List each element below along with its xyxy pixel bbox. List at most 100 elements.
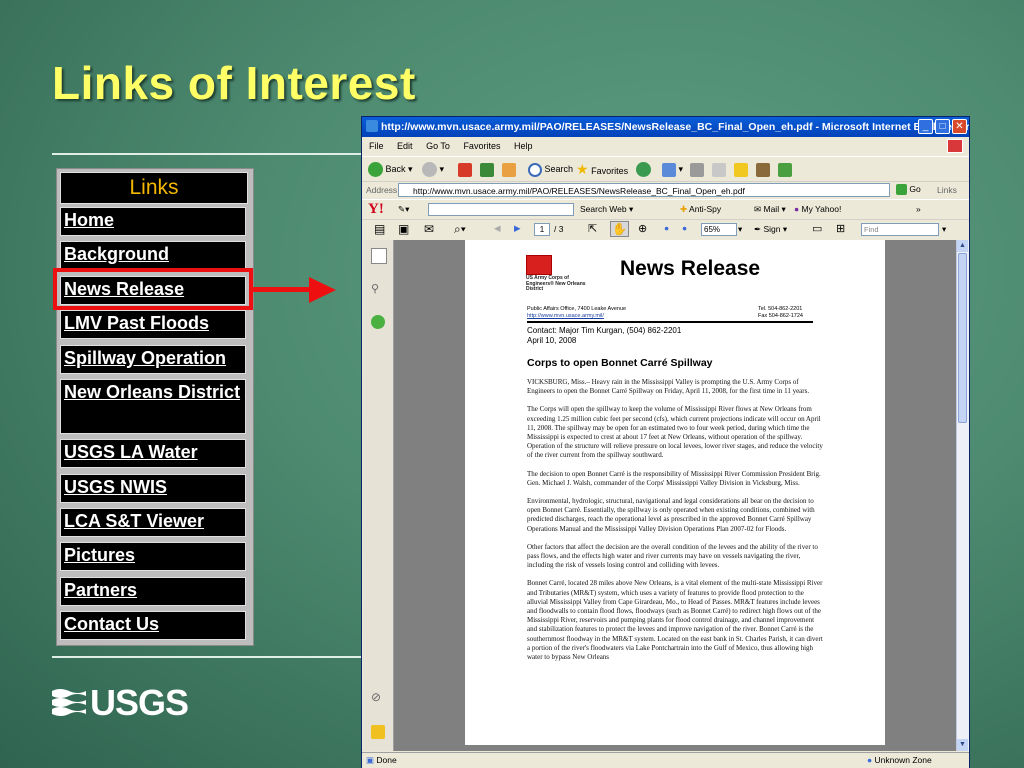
search-button[interactable]: Search [528,161,573,177]
pencil-icon[interactable]: ✎▾ [398,204,409,215]
link-partners[interactable]: Partners [60,577,246,606]
minimize-button[interactable]: _ [918,119,933,134]
link-background[interactable]: Background [60,241,246,270]
mail-button[interactable]: ▾ [662,161,683,177]
contact-person: Contact: Major Tim Kurgan, (504) 862-220… [527,326,682,335]
pdf-save-icon[interactable]: ▣ [398,222,409,236]
stop-icon [458,162,472,177]
research-button[interactable] [756,161,770,177]
pdf-search-icon[interactable]: ⌕▾ [454,222,466,237]
status-done: ▣ Done [366,753,397,768]
page-number-input[interactable]: 1 [534,223,550,236]
messenger-button[interactable] [778,161,792,177]
pdf-email-icon[interactable]: ✉ [424,222,434,236]
vertical-scrollbar[interactable]: ▲ ▼ [956,240,969,751]
research-icon [756,162,770,177]
link-pictures[interactable]: Pictures [60,542,246,571]
pdf-page: US Army Corps of Engineers® New Orleans … [465,240,885,745]
folder-icon [734,162,748,177]
zoom-input[interactable]: 65% [701,223,737,236]
bookmarks-icon[interactable]: ⚲ [371,282,385,296]
comments-icon[interactable] [371,725,385,739]
link-usgs-la-water[interactable]: USGS LA Water [60,439,246,468]
pages-icon[interactable] [371,248,387,264]
find-dropdown-icon[interactable]: ▾ [942,224,946,235]
links-toolbar-label[interactable]: Links [937,185,957,195]
paragraph: Environmental, hydrologic, structural, n… [527,497,815,533]
select-tool-icon[interactable]: ⇱ [588,222,597,235]
search-icon [528,162,542,177]
release-date: April 10, 2008 [527,336,577,345]
pdf-print-icon[interactable]: ▤ [374,222,385,236]
yahoo-logo[interactable]: Y! [368,201,384,218]
browser-window: http://www.mvn.usace.army.mil/PAO/RELEAS… [361,116,970,768]
yahoo-toolbar: Y! ✎▾ Search Web ▾ ✚ Anti-Spy ✉ Mail ▾ ●… [362,199,969,220]
go-button[interactable]: Go [896,184,921,196]
my-yahoo-button[interactable]: ● My Yahoo! [794,204,841,214]
sign-label: Sign [763,224,781,234]
highlight-box [53,268,253,310]
scroll-up-icon[interactable]: ▲ [957,240,968,252]
stop-button[interactable] [458,161,472,177]
zoom-out-icon[interactable]: ● [664,223,669,233]
link-lca-st-viewer[interactable]: LCA S&T Viewer [60,508,246,537]
help-icon[interactable] [371,315,385,329]
link-new-orleans-district[interactable]: New Orleans District [60,379,246,434]
sign-button[interactable]: ✒ Sign ▾ [754,224,787,235]
office-address: Public Affairs Office, 7400 Leake Avenue [527,306,627,312]
folder-button[interactable] [734,161,748,177]
menu-goto[interactable]: Go To [426,141,450,151]
mail-yahoo-button[interactable]: ✉ Mail ▾ [754,204,786,215]
links-panel: Links Home Background News Release LMV P… [56,168,254,646]
link-lmv-past-floods[interactable]: LMV Past Floods [60,310,246,339]
next-page-icon[interactable]: ▶ [514,223,521,234]
home-button[interactable] [502,161,516,177]
edit-button[interactable] [712,161,726,177]
close-button[interactable]: ✕ [952,119,967,134]
search-web-button[interactable]: Search Web ▾ [580,204,633,215]
scroll-down-icon[interactable]: ▼ [957,739,968,751]
menu-file[interactable]: File [369,141,384,151]
favorites-label: Favorites [591,166,629,176]
corps-castle-logo [526,255,552,275]
anti-spy-icon: ✚ [680,204,688,214]
link-contact-us[interactable]: Contact Us [60,611,246,640]
menu-edit[interactable]: Edit [397,141,413,151]
zoom-tool-icon[interactable]: ⊕ [638,222,647,235]
maximize-button[interactable]: □ [935,119,950,134]
zoom-in-icon[interactable]: ● [682,223,687,233]
top-divider [52,153,364,155]
refresh-button[interactable] [480,161,494,177]
news-release-heading: News Release [620,257,761,280]
print-button[interactable] [690,161,704,177]
attachment-icon[interactable]: ⊘ [371,690,385,704]
forward-button[interactable]: ▾ [422,161,444,178]
favorites-button[interactable]: ★ Favorites [576,161,628,177]
link-home[interactable]: Home [60,207,246,236]
anti-spy-button[interactable]: ✚ Anti-Spy [680,204,721,215]
zoom-dropdown-icon[interactable]: ▾ [738,224,742,235]
home-icon [502,162,516,177]
menu-favorites[interactable]: Favorites [463,141,500,151]
address-input[interactable]: http://www.mvn.usace.army.mil/PAO/RELEAS… [398,183,890,197]
hand-tool-icon[interactable]: ✋ [610,221,629,237]
more-chevron-icon[interactable]: » [916,204,921,214]
anti-spy-label: Anti-Spy [689,204,722,214]
office-url[interactable]: http://www.mvn.usace.army.mil/ [527,313,626,320]
status-left-text: Done [376,755,397,765]
ie-icon [366,120,378,132]
link-spillway-operation[interactable]: Spillway Operation [60,345,246,374]
prev-page-icon[interactable]: ◀ [494,223,501,234]
find-input[interactable]: Find [861,223,939,236]
menu-help[interactable]: Help [514,141,533,151]
yahoo-search-input[interactable] [428,203,574,216]
print-icon [690,162,704,177]
history-button[interactable] [636,161,651,178]
fit-page-icon[interactable]: ▭ [812,222,822,235]
back-button[interactable]: Back ▾ [368,161,413,178]
link-usgs-nwis[interactable]: USGS NWIS [60,474,246,503]
scroll-thumb[interactable] [958,253,967,423]
fit-width-icon[interactable]: ⊞ [836,222,845,235]
go-label: Go [909,184,921,194]
edit-icon [712,162,726,177]
